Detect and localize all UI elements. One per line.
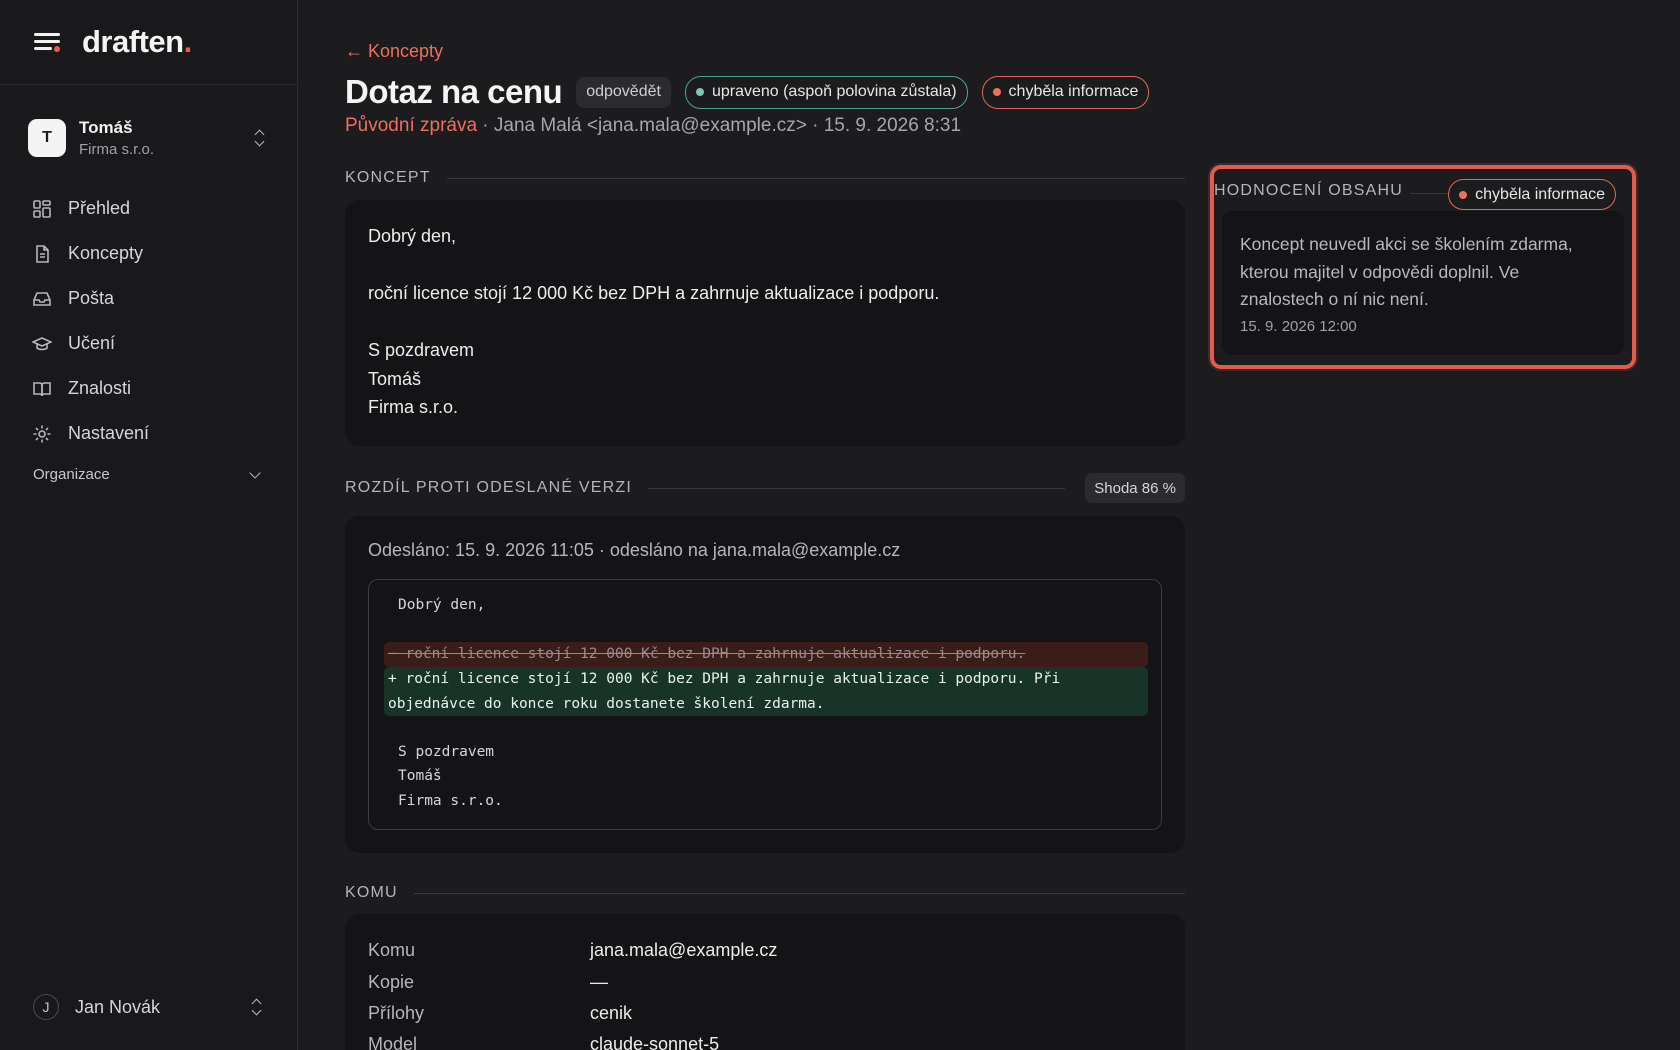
recipients-section-header: KOMU — [345, 883, 1185, 903]
status-dot — [1459, 190, 1468, 199]
chevron-updown-icon — [249, 996, 265, 1018]
missing-info-badge: chyběla informace — [981, 75, 1150, 109]
organization-label: Organizace — [33, 466, 110, 483]
diff-line-context: S pozdravem — [398, 744, 495, 760]
evaluation-card: Koncept neuvedl akci se školením zdarma,… — [1222, 211, 1624, 355]
draft-line: roční licence stojí 12 000 Kč bez DPH a … — [368, 283, 940, 303]
inbox-icon — [32, 289, 52, 309]
divider — [413, 892, 1185, 894]
action-badge: odpovědět — [576, 76, 671, 108]
status-dot — [992, 88, 1001, 96]
divider — [647, 487, 1065, 489]
sent-meta: Odesláno: 15. 9. 2026 11:05 · odesláno n… — [368, 540, 901, 560]
gear-icon — [32, 424, 52, 444]
sidebar-item-label: Přehled — [68, 198, 131, 218]
evaluation-header: HODNOCENÍ OBSAHU chyběla informace — [1214, 179, 1632, 210]
detail-key: Model — [368, 1034, 418, 1050]
account-avatar: T — [28, 119, 66, 157]
document-icon — [32, 244, 52, 264]
diff-line-context: Dobrý den, — [398, 597, 486, 613]
diff-view: Dobrý den, − roční licence stojí 12 000 … — [368, 579, 1162, 830]
menu-icon[interactable] — [34, 31, 60, 53]
status-dot — [695, 88, 704, 96]
diff-added-text: + roční licence stojí 12 000 Kč bez DPH … — [388, 671, 1061, 687]
match-badge: Shoda 86 % — [1085, 473, 1185, 503]
sidebar-item-posta[interactable]: Pošta — [20, 276, 274, 321]
draft-line: Dobrý den, — [368, 226, 457, 246]
sidebar-item-znalosti[interactable]: Znalosti — [20, 366, 274, 411]
sidebar-item-label: Nastavení — [68, 423, 150, 443]
sidebar-item-label: Koncepty — [68, 243, 144, 263]
draft-line: S pozdravem — [368, 340, 475, 360]
diff-line-context: Tomáš — [398, 768, 442, 784]
sidebar-item-prehled[interactable]: Přehled — [20, 186, 274, 231]
edited-badge-label: upraveno (aspoň polovina zůstala) — [711, 83, 957, 100]
title-row: Dotaz na cenu odpovědět upraveno (aspoň … — [345, 73, 1163, 111]
user-name: Jan Novák — [75, 996, 161, 1017]
brand-bar: draften. — [0, 0, 297, 85]
organization-toggle[interactable]: Organizace — [33, 466, 265, 483]
draft-line — [368, 308, 1162, 337]
diff-line-removed: − roční licence stojí 12 000 Kč bez DPH … — [384, 642, 1148, 667]
section-label: KOMU — [345, 884, 398, 901]
evaluation-badge-label: chyběla informace — [1475, 185, 1605, 203]
detail-value: claude-sonnet-5 — [590, 1034, 720, 1050]
section-label: HODNOCENÍ OBSAHU — [1214, 182, 1403, 199]
book-icon — [32, 379, 52, 399]
sidebar-item-label: Znalosti — [68, 378, 132, 398]
detail-value: jana.mala@example.cz — [590, 940, 778, 960]
edited-badge: upraveno (aspoň polovina zůstala) — [684, 75, 968, 109]
detail-key: Kopie — [368, 972, 415, 992]
sidebar-item-label: Pošta — [68, 288, 115, 308]
account-name: Tomáš — [79, 118, 133, 137]
evaluation-timestamp: 15. 9. 2026 12:00 — [1240, 317, 1357, 335]
divider — [1410, 193, 1448, 194]
evaluation-text: Koncept neuvedl akci se školením zdarma,… — [1240, 234, 1573, 309]
draft-card: Dobrý den, roční licence stojí 12 000 Kč… — [345, 200, 1185, 446]
detail-value: cenik — [590, 1003, 633, 1023]
detail-key: Komu — [368, 940, 416, 960]
chevron-updown-icon — [252, 127, 268, 149]
message-meta-text: · Jana Malá <jana.mala@example.cz> · 15.… — [477, 115, 962, 136]
section-label: ROZDÍL PROTI ODESLANÉ VERZI — [345, 479, 632, 496]
diff-section-header: ROZDÍL PROTI ODESLANÉ VERZI Shoda 86 % — [345, 473, 1185, 503]
dashboard-icon — [32, 199, 52, 219]
draft-line: Firma s.r.o. — [368, 397, 459, 417]
diff-line-context: Firma s.r.o. — [398, 793, 503, 809]
diff-line-added: + roční licence stojí 12 000 Kč bez DPH … — [384, 667, 1148, 716]
back-link[interactable]: ← Koncepty — [345, 41, 443, 62]
diff-added-text: objednávce do konce roku dostanete škole… — [388, 695, 825, 712]
user-avatar: J — [33, 994, 59, 1020]
diff-card: Odesláno: 15. 9. 2026 11:05 · odesláno n… — [345, 516, 1185, 853]
user-menu[interactable]: J Jan Novák — [33, 994, 265, 1020]
draft-body: Dobrý den, roční licence stojí 12 000 Kč… — [345, 200, 1185, 444]
draft-line: Tomáš — [368, 368, 422, 389]
message-meta: Původní zpráva · Jana Malá <jana.mala@ex… — [345, 115, 961, 137]
recipients-card: Komu jana.mala@example.cz Kopie — Příloh… — [345, 914, 1185, 1050]
detail-key: Přílohy — [368, 1003, 425, 1023]
detail-value: — — [590, 972, 608, 992]
content-evaluation-panel: HODNOCENÍ OBSAHU chyběla informace Konce… — [1210, 165, 1636, 369]
sidebar: draften. T Tomáš Firma s.r.o. Přehled Ko… — [0, 0, 298, 1050]
graduation-cap-icon — [32, 334, 52, 354]
account-switcher[interactable]: T Tomáš Firma s.r.o. — [28, 118, 268, 158]
draft-section-header: KONCEPT — [345, 168, 1185, 188]
sidebar-item-nastaveni[interactable]: Nastavení — [20, 411, 274, 456]
chevron-down-icon — [249, 466, 261, 479]
page-title: Dotaz na cenu — [345, 73, 563, 110]
original-message-link[interactable]: Původní zpráva — [345, 115, 477, 136]
evaluation-badge: chyběla informace — [1448, 179, 1616, 210]
sidebar-item-koncepty[interactable]: Koncepty — [20, 231, 274, 276]
account-org: Firma s.r.o. — [79, 141, 155, 158]
draft-line — [368, 251, 1162, 280]
sidebar-item-label: Učení — [68, 333, 116, 353]
logo[interactable]: draften. — [82, 24, 192, 60]
section-label: KONCEPT — [345, 169, 431, 186]
missing-info-label: chyběla informace — [1008, 83, 1139, 100]
sidebar-nav: Přehled Koncepty Pošta Učení Znalosti Na… — [20, 186, 274, 456]
sidebar-item-uceni[interactable]: Učení — [20, 321, 274, 366]
divider — [446, 177, 1185, 179]
